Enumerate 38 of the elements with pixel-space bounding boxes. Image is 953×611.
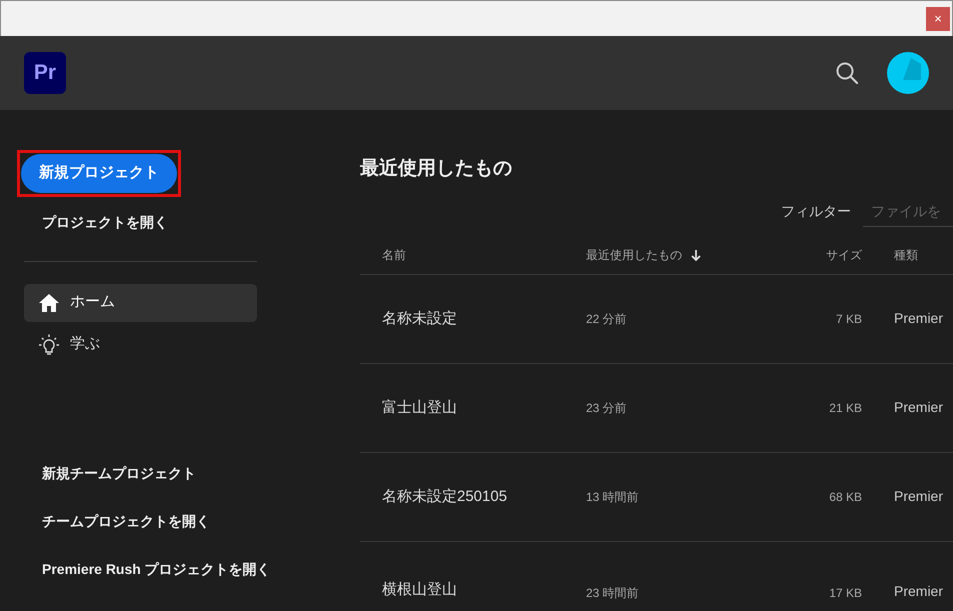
nav-item[interactable]: 学ぶ <box>24 326 257 364</box>
nav-label: ホーム <box>70 292 115 312</box>
file-type: Premier <box>862 364 953 453</box>
avatar-icon[interactable] <box>887 52 929 94</box>
sidebar-link[interactable]: チームプロジェクトを開く <box>24 510 210 532</box>
file-name: 名称未設定 <box>360 274 564 364</box>
close-button[interactable]: × <box>926 7 950 31</box>
home-icon <box>38 292 60 312</box>
filter-label: フィルター <box>781 202 851 222</box>
nav-label: 学ぶ <box>70 334 100 354</box>
open-project-link[interactable]: プロジェクトを開く <box>24 212 168 232</box>
file-type: Premier <box>862 274 953 364</box>
lightbulb-icon <box>38 334 60 356</box>
search-icon[interactable] <box>835 61 859 85</box>
filter-field[interactable]: ファイルを <box>863 196 953 227</box>
column-header[interactable]: サイズ <box>784 232 862 275</box>
file-size: 7 KB <box>784 274 862 364</box>
modified-time: 22 分前 <box>564 274 784 364</box>
sidebar-link[interactable]: 新規チームプロジェクト <box>24 462 196 484</box>
sidebar-link[interactable]: Premiere Rush プロジェクトを開く <box>24 558 271 580</box>
file-size: 21 KB <box>784 364 862 453</box>
section-title: 最近使用したもの <box>360 158 513 181</box>
file-name: 名称未設定250105 <box>360 452 564 542</box>
column-header[interactable]: 最近使用したもの <box>564 232 784 275</box>
file-name: 富士山登山 <box>360 364 564 453</box>
file-size: 17 KB <box>828 584 862 602</box>
new-project-button[interactable]: 新規プロジェクト <box>21 154 177 192</box>
file-type: Premier <box>893 582 944 601</box>
file-type: Premier <box>862 452 953 542</box>
file-name: 横根山登山 <box>381 580 458 600</box>
nav-item[interactable]: ホーム <box>24 284 257 322</box>
column-header[interactable]: 名前 <box>360 232 564 275</box>
modified-time: 23 時間前 <box>585 584 640 602</box>
modified-time: 23 分前 <box>564 364 784 453</box>
app-logo: Pr <box>24 52 66 94</box>
column-header[interactable]: 種類 <box>862 232 953 275</box>
modified-time: 13 時間前 <box>564 452 784 542</box>
file-size: 68 KB <box>784 452 862 542</box>
